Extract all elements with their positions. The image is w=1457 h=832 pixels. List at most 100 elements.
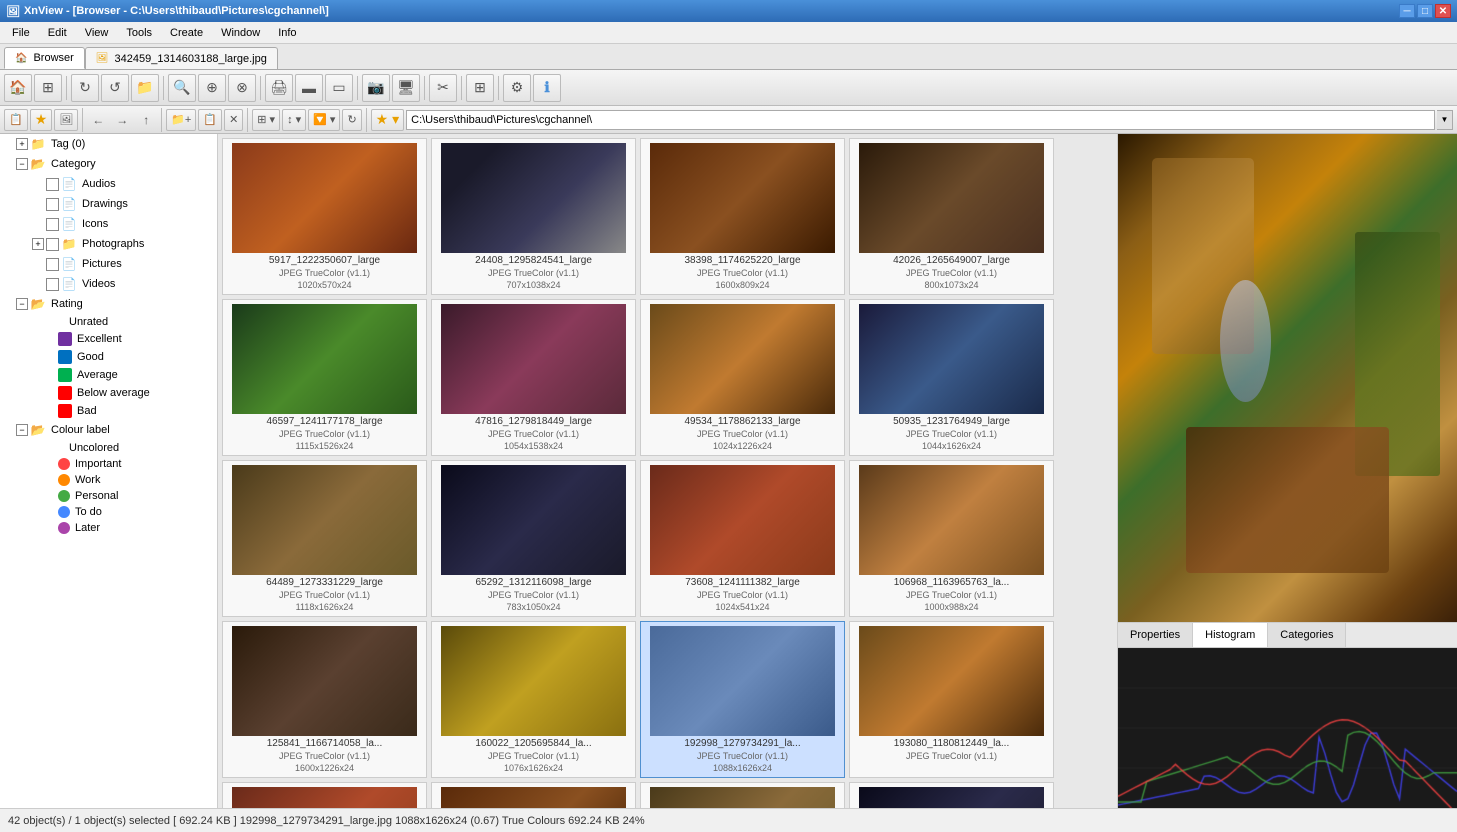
checkbox-4[interactable] [46,218,59,231]
sidebar-item-7[interactable]: 📄Videos [0,274,217,294]
thumbnail-1[interactable]: 24408_1295824541_large JPEG TrueColor (v… [431,138,636,295]
thumbnail-19[interactable]: 244895_1191333321_la... JPEG TrueColor (… [849,782,1054,808]
copy2-button[interactable]: 📋 [198,109,222,131]
sort-button[interactable]: ↕ ▾ [282,109,306,131]
sidebar-item-14[interactable]: Bad [0,402,217,420]
checkbox-3[interactable] [46,198,59,211]
thumbnail-3[interactable]: 42026_1265649007_large JPEG TrueColor (v… [849,138,1054,295]
screen-button[interactable]: 🖥 [392,74,420,102]
thumbnail-15[interactable]: 193080_1180812449_la... JPEG TrueColor (… [849,621,1054,778]
thumbnail-6[interactable]: 49534_1178862133_large JPEG TrueColor (v… [640,299,845,456]
settings-button[interactable]: ⚙ [503,74,531,102]
sidebar-item-15[interactable]: −📂Colour label [0,420,217,440]
close-button[interactable]: ✕ [1435,4,1451,18]
fav2-button[interactable]: ★ ▾ [371,109,404,131]
thumbnail-9[interactable]: 65292_1312116098_large JPEG TrueColor (v… [431,460,636,617]
thumbnail-0[interactable]: 5917_1222350607_large JPEG TrueColor (v1… [222,138,427,295]
thumbnail-2[interactable]: 38398_1174625220_large JPEG TrueColor (v… [640,138,845,295]
thumbnail-14[interactable]: 192998_1279734291_la... JPEG TrueColor (… [640,621,845,778]
expand-8[interactable]: − [16,298,28,310]
sidebar-item-9[interactable]: Unrated [0,314,217,330]
filter-button[interactable]: 🔽 ▾ [308,109,340,131]
menu-window[interactable]: Window [213,25,268,41]
thumbnail-13[interactable]: 160022_1205695844_la... JPEG TrueColor (… [431,621,636,778]
view-toggle-button[interactable]: ⊞ ▾ [252,109,280,131]
nav-button[interactable]: ⊕ [198,74,226,102]
sidebar-item-12[interactable]: Average [0,366,217,384]
thumbnail-16[interactable]: 218717_1310767180_la... JPEG TrueColor (… [222,782,427,808]
view2-button[interactable]: ▭ [325,74,353,102]
sidebar-item-6[interactable]: 📄Pictures [0,254,217,274]
menu-tools[interactable]: Tools [118,25,160,41]
expand-0[interactable]: + [16,138,28,150]
info-button[interactable]: ℹ [533,74,561,102]
thumbnail-7[interactable]: 50935_1231764949_large JPEG TrueColor (v… [849,299,1054,456]
sidebar-item-0[interactable]: +📁Tag (0) [0,134,217,154]
refresh-all-button[interactable]: ↺ [101,74,129,102]
sidebar-item-20[interactable]: To do [0,504,217,520]
nav2-button[interactable]: ⊗ [228,74,256,102]
sidebar-item-21[interactable]: Later [0,520,217,536]
tab-1[interactable]: 🖼342459_1314603188_large.jpg [85,47,278,69]
sidebar-item-4[interactable]: 📄Icons [0,214,217,234]
tab-properties[interactable]: Properties [1118,623,1193,647]
delete-button[interactable]: ✕ [224,109,243,131]
refresh2-button[interactable]: ↻ [342,109,361,131]
viewer-button[interactable]: 🖼 [54,109,78,131]
thumbnail-18[interactable]: 232407_1327395565_la... JPEG TrueColor (… [640,782,845,808]
browse-back-button[interactable]: 🏠 [4,74,32,102]
forward-button[interactable]: → [111,109,133,131]
menu-create[interactable]: Create [162,25,211,41]
print-button[interactable]: 🖨 [265,74,293,102]
menu-info[interactable]: Info [270,25,304,41]
expand-15[interactable]: − [16,424,28,436]
checkbox-2[interactable] [46,178,59,191]
checkbox-5[interactable] [46,238,59,251]
sidebar-item-1[interactable]: −📂Category [0,154,217,174]
view1-button[interactable]: ▬ [295,74,323,102]
sidebar-item-2[interactable]: 📄Audios [0,174,217,194]
sidebar-item-19[interactable]: Personal [0,488,217,504]
thumbnail-11[interactable]: 106968_1163965763_la... JPEG TrueColor (… [849,460,1054,617]
menu-view[interactable]: View [77,25,117,41]
folder-button[interactable]: 📁 [131,74,159,102]
thumbnail-view-button[interactable]: ⊞ [34,74,62,102]
sidebar-item-3[interactable]: 📄Drawings [0,194,217,214]
camera-button[interactable]: 📷 [362,74,390,102]
thumbnail-8[interactable]: 64489_1273331229_large JPEG TrueColor (v… [222,460,427,617]
expand-5[interactable]: + [32,238,44,250]
refresh-button[interactable]: ↻ [71,74,99,102]
new-button[interactable]: 📋 [4,109,28,131]
move-button[interactable]: ✂ [429,74,457,102]
back-button[interactable]: ← [87,109,109,131]
tab-0[interactable]: 🏠Browser [4,47,85,69]
new-folder-button[interactable]: 📁+ [166,109,196,131]
sidebar-item-11[interactable]: Good [0,348,217,366]
search-button[interactable]: 🔍 [168,74,196,102]
thumbnail-4[interactable]: 46597_1241177178_large JPEG TrueColor (v… [222,299,427,456]
menu-file[interactable]: File [4,25,38,41]
title-controls[interactable]: ─ □ ✕ [1399,4,1451,18]
thumbnail-10[interactable]: 73608_1241111382_large JPEG TrueColor (v… [640,460,845,617]
sidebar-item-5[interactable]: +📁Photographs [0,234,217,254]
sidebar-item-18[interactable]: Work [0,472,217,488]
menu-edit[interactable]: Edit [40,25,75,41]
thumbnail-12[interactable]: 125841_1166714058_la... JPEG TrueColor (… [222,621,427,778]
maximize-button[interactable]: □ [1417,4,1433,18]
address-input[interactable] [406,110,1435,130]
grid-button[interactable]: ⊞ [466,74,494,102]
checkbox-7[interactable] [46,278,59,291]
sidebar-item-16[interactable]: Uncolored [0,440,217,456]
sidebar-item-10[interactable]: Excellent [0,330,217,348]
tab-categories[interactable]: Categories [1268,623,1346,647]
favorites-button[interactable]: ★ [30,109,53,131]
thumbnail-5[interactable]: 47816_1279818449_large JPEG TrueColor (v… [431,299,636,456]
minimize-button[interactable]: ─ [1399,4,1415,18]
address-dropdown[interactable]: ▼ [1437,110,1453,130]
up-button[interactable]: ↑ [135,109,157,131]
sidebar-item-13[interactable]: Below average [0,384,217,402]
expand-1[interactable]: − [16,158,28,170]
tab-histogram[interactable]: Histogram [1193,623,1268,647]
checkbox-6[interactable] [46,258,59,271]
thumbnail-17[interactable]: 227196_1212816786_la... JPEG TrueColor (… [431,782,636,808]
